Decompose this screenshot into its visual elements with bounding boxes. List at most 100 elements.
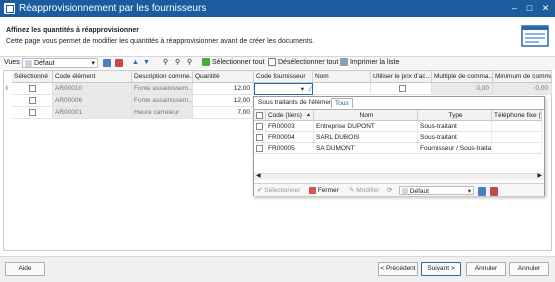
window-list-icon [521,25,549,47]
add-view-icon[interactable] [103,59,111,67]
zoom-icon[interactable]: ⚲ [175,58,180,68]
help-button[interactable]: Aide [5,262,45,276]
row-indicator: I [6,85,8,92]
check-all-icon [202,58,210,67]
grid-icon [25,59,32,67]
row-checkbox[interactable] [256,145,263,152]
item-code-cell[interactable]: AR00006 [53,95,132,107]
move-down-icon[interactable]: ▼ [143,58,150,68]
column-header[interactable]: Utiliser le prix d'ac... [371,71,432,83]
selected-cell[interactable] [12,95,53,107]
column-header[interactable]: Code fournisseur [254,71,313,83]
chevron-down-icon[interactable]: ▾ [301,84,304,94]
page-description: Cette page vous permet de modifier les q… [6,38,315,45]
header-checkbox[interactable] [256,112,263,119]
select-button[interactable]: ✔ Sélectionner [257,186,300,195]
row-checkbox[interactable] [29,97,36,104]
app-icon [4,3,15,14]
minimum-cell[interactable]: 0,00 [493,83,552,95]
column-header[interactable]: Description comme... [132,71,193,83]
scroll-right-icon[interactable]: ▶ [537,172,542,179]
deselect-all-button[interactable]: Désélectionner tout [268,58,338,68]
column-header[interactable]: Quantité [193,71,254,83]
horizontal-scrollbar[interactable]: ◀ ▶ [254,173,544,180]
move-up-icon[interactable]: ▲ [132,58,139,68]
quantity-cell[interactable]: 7,00 [193,107,254,119]
column-header[interactable]: Téléphone fixe (fon [492,110,542,121]
description-cell[interactable]: Fonte assainissem... [132,83,193,95]
supplier-type-cell[interactable]: Fournisseur / Sous-traitant [418,143,492,154]
row-checkbox[interactable] [256,123,263,130]
column-header[interactable]: Sélectionné [12,71,53,83]
supplier-code-input[interactable]: ▾ ⁄ [254,83,313,95]
supplier-phone-cell[interactable] [492,143,542,154]
supplier-phone-cell[interactable] [492,132,542,143]
quantity-cell[interactable]: 12,00 [193,95,254,107]
use-price-checkbox[interactable] [399,85,406,92]
cancel-button-2[interactable]: Annuler [509,262,549,276]
selected-cell[interactable] [12,107,53,119]
column-header[interactable]: Code élément [53,71,132,83]
column-header[interactable]: Multiple de comma... [432,71,493,83]
edit-icon[interactable]: ⁄ [310,84,311,94]
row-select-cell[interactable] [254,143,266,154]
supplier-code-cell[interactable]: FR00004 [266,132,314,143]
supplier-lookup-popup: Sous traitants de l'élément Tous Code (t… [253,96,545,196]
delete-view-icon[interactable] [115,59,123,67]
row-checkbox[interactable] [29,85,36,92]
search-icon[interactable]: ⚲ [163,58,168,68]
views-label: Vues [4,59,20,66]
select-all-button[interactable]: Sélectionner tout [202,58,265,68]
next-button[interactable]: Suivant > [421,262,461,276]
select-all-header[interactable] [254,110,266,121]
row-checkbox[interactable] [256,134,263,141]
column-header[interactable]: Type [418,110,492,121]
print-list-button[interactable]: Imprimer la liste [340,58,399,68]
popup-view-select[interactable]: Défaut ▾ [399,186,474,195]
delete-view-icon[interactable] [490,187,498,196]
row-select-cell[interactable] [254,121,266,132]
description-cell[interactable]: Heure carreleur [132,107,193,119]
use-price-cell[interactable] [371,83,432,95]
column-header[interactable]: Minimum de comma... [493,71,552,83]
find-icon[interactable]: ⚲ [187,58,192,68]
supplier-type-cell[interactable]: Sous-traitant [418,132,492,143]
supplier-name-cell[interactable]: Entreprise DUPONT [314,121,418,132]
view-select[interactable]: Défaut ▾ [22,58,98,68]
supplier-name-cell[interactable]: SARL DUBOIS [314,132,418,143]
printer-icon [340,58,348,67]
cancel-button[interactable]: Annuler [466,262,506,276]
close-button[interactable]: Fermer [309,186,339,195]
previous-button[interactable]: < Précédent [378,262,418,276]
close-window-icon [309,186,316,194]
name-cell[interactable] [313,83,371,95]
supplier-code-cell[interactable]: FR00005 [266,143,314,154]
supplier-name-cell[interactable]: SA DUMONT [314,143,418,154]
grid-icon [402,188,408,195]
supplier-type-cell[interactable]: Sous-traitant [418,121,492,132]
quantity-cell[interactable]: 12,00 [193,83,254,95]
chevron-down-icon: ▾ [467,188,471,195]
maximize-icon[interactable]: □ [524,3,535,14]
row-select-cell[interactable] [254,132,266,143]
scroll-left-icon[interactable]: ◀ [256,172,261,179]
item-code-cell[interactable]: AR00010 [53,83,132,95]
column-header[interactable]: Nom [313,71,371,83]
row-checkbox[interactable] [29,109,36,116]
selected-cell[interactable] [12,83,53,95]
tab-item-subcontractors[interactable]: Sous traitants de l'élément [255,98,337,108]
modify-button[interactable]: ✎ Modifier [349,186,379,195]
close-icon[interactable]: ✕ [540,3,551,14]
item-code-cell[interactable]: AR00001 [53,107,132,119]
add-view-icon[interactable] [478,187,486,196]
multiple-cell[interactable]: 0,00 [432,83,493,95]
uncheck-all-icon [268,58,276,67]
supplier-code-cell[interactable]: FR00003 [266,121,314,132]
sort-asc-icon: ▲ [306,112,311,118]
supplier-phone-cell[interactable] [492,121,542,132]
refresh-icon[interactable]: ⟳ [387,186,392,195]
description-cell[interactable]: Fonte assainissem... [132,95,193,107]
minimize-icon[interactable]: – [509,3,520,14]
tab-all[interactable]: Tous [331,98,353,108]
column-header[interactable]: Nom [314,110,418,121]
